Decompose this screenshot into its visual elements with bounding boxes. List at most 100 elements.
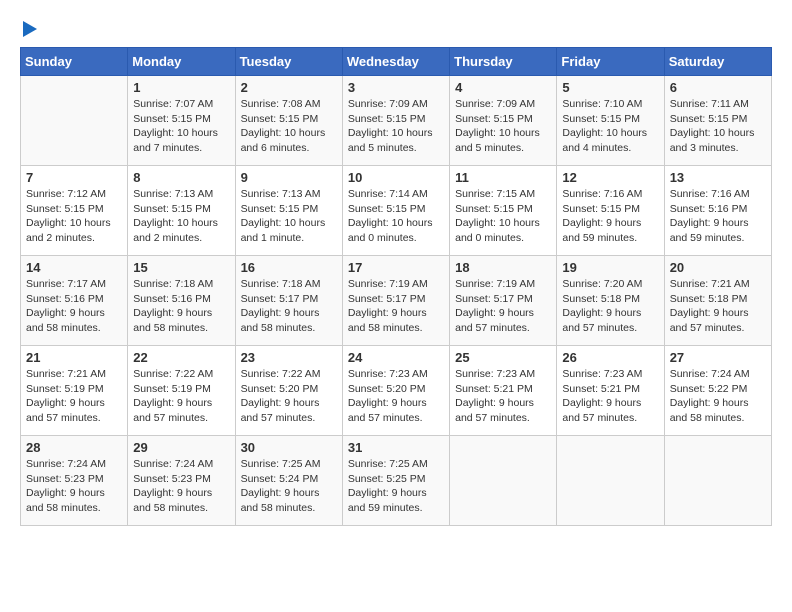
calendar-cell: 17 Sunrise: 7:19 AM Sunset: 5:17 PM Dayli… [342, 256, 449, 346]
calendar-cell: 22 Sunrise: 7:22 AM Sunset: 5:19 PM Dayli… [128, 346, 235, 436]
calendar-week-row: 21 Sunrise: 7:21 AM Sunset: 5:19 PM Dayli… [21, 346, 772, 436]
calendar-cell: 2 Sunrise: 7:08 AM Sunset: 5:15 PM Daylig… [235, 76, 342, 166]
day-number: 25 [455, 350, 551, 365]
day-number: 23 [241, 350, 337, 365]
day-number: 18 [455, 260, 551, 275]
day-number: 12 [562, 170, 658, 185]
day-number: 28 [26, 440, 122, 455]
calendar-cell: 23 Sunrise: 7:22 AM Sunset: 5:20 PM Dayli… [235, 346, 342, 436]
day-info: Sunrise: 7:14 AM Sunset: 5:15 PM Dayligh… [348, 187, 444, 246]
day-info: Sunrise: 7:17 AM Sunset: 5:16 PM Dayligh… [26, 277, 122, 336]
day-info: Sunrise: 7:09 AM Sunset: 5:15 PM Dayligh… [455, 97, 551, 156]
calendar-cell: 12 Sunrise: 7:16 AM Sunset: 5:15 PM Dayli… [557, 166, 664, 256]
day-number: 30 [241, 440, 337, 455]
day-info: Sunrise: 7:16 AM Sunset: 5:15 PM Dayligh… [562, 187, 658, 246]
calendar-cell: 25 Sunrise: 7:23 AM Sunset: 5:21 PM Dayli… [450, 346, 557, 436]
day-number: 17 [348, 260, 444, 275]
day-number: 3 [348, 80, 444, 95]
day-info: Sunrise: 7:20 AM Sunset: 5:18 PM Dayligh… [562, 277, 658, 336]
calendar-cell: 3Sunrise: 7:09 AM Sunset: 5:15 PM Daylig… [342, 76, 449, 166]
day-number: 24 [348, 350, 444, 365]
day-info: Sunrise: 7:13 AM Sunset: 5:15 PM Dayligh… [241, 187, 337, 246]
calendar-cell: 6 Sunrise: 7:11 AM Sunset: 5:15 PM Daylig… [664, 76, 771, 166]
day-info: Sunrise: 7:24 AM Sunset: 5:22 PM Dayligh… [670, 367, 766, 426]
day-number: 22 [133, 350, 229, 365]
col-header-friday: Friday [557, 48, 664, 76]
day-number: 6 [670, 80, 766, 95]
day-info: Sunrise: 7:22 AM Sunset: 5:19 PM Dayligh… [133, 367, 229, 426]
day-number: 20 [670, 260, 766, 275]
calendar-cell: 9 Sunrise: 7:13 AM Sunset: 5:15 PM Daylig… [235, 166, 342, 256]
col-header-saturday: Saturday [664, 48, 771, 76]
day-info: Sunrise: 7:23 AM Sunset: 5:21 PM Dayligh… [562, 367, 658, 426]
day-info: Sunrise: 7:23 AM Sunset: 5:20 PM Dayligh… [348, 367, 444, 426]
day-info: Sunrise: 7:18 AM Sunset: 5:16 PM Dayligh… [133, 277, 229, 336]
calendar-cell: 4Sunrise: 7:09 AM Sunset: 5:15 PM Daylig… [450, 76, 557, 166]
col-header-monday: Monday [128, 48, 235, 76]
calendar-cell: 24 Sunrise: 7:23 AM Sunset: 5:20 PM Dayli… [342, 346, 449, 436]
calendar-week-row: 7 Sunrise: 7:12 AM Sunset: 5:15 PM Daylig… [21, 166, 772, 256]
day-info: Sunrise: 7:19 AM Sunset: 5:17 PM Dayligh… [348, 277, 444, 336]
calendar-cell: 5Sunrise: 7:10 AM Sunset: 5:15 PM Daylig… [557, 76, 664, 166]
calendar-cell: 16 Sunrise: 7:18 AM Sunset: 5:17 PM Dayli… [235, 256, 342, 346]
day-number: 13 [670, 170, 766, 185]
day-info: Sunrise: 7:25 AM Sunset: 5:24 PM Dayligh… [241, 457, 337, 516]
day-number: 2 [241, 80, 337, 95]
calendar-week-row: 14Sunrise: 7:17 AM Sunset: 5:16 PM Dayli… [21, 256, 772, 346]
col-header-thursday: Thursday [450, 48, 557, 76]
day-number: 11 [455, 170, 551, 185]
calendar-cell: 10Sunrise: 7:14 AM Sunset: 5:15 PM Dayli… [342, 166, 449, 256]
day-number: 5 [562, 80, 658, 95]
page-header [20, 20, 772, 37]
day-info: Sunrise: 7:21 AM Sunset: 5:18 PM Dayligh… [670, 277, 766, 336]
day-info: Sunrise: 7:21 AM Sunset: 5:19 PM Dayligh… [26, 367, 122, 426]
calendar-cell: 29 Sunrise: 7:24 AM Sunset: 5:23 PM Dayli… [128, 436, 235, 526]
calendar-cell: 21 Sunrise: 7:21 AM Sunset: 5:19 PM Dayli… [21, 346, 128, 436]
day-info: Sunrise: 7:12 AM Sunset: 5:15 PM Dayligh… [26, 187, 122, 246]
day-number: 19 [562, 260, 658, 275]
day-number: 27 [670, 350, 766, 365]
day-number: 15 [133, 260, 229, 275]
calendar-cell: 15 Sunrise: 7:18 AM Sunset: 5:16 PM Dayli… [128, 256, 235, 346]
day-info: Sunrise: 7:23 AM Sunset: 5:21 PM Dayligh… [455, 367, 551, 426]
calendar-cell: 14Sunrise: 7:17 AM Sunset: 5:16 PM Dayli… [21, 256, 128, 346]
calendar-cell: 27 Sunrise: 7:24 AM Sunset: 5:22 PM Dayli… [664, 346, 771, 436]
calendar-week-row: 28 Sunrise: 7:24 AM Sunset: 5:23 PM Dayli… [21, 436, 772, 526]
calendar-cell: 18 Sunrise: 7:19 AM Sunset: 5:17 PM Dayli… [450, 256, 557, 346]
day-info: Sunrise: 7:18 AM Sunset: 5:17 PM Dayligh… [241, 277, 337, 336]
day-number: 16 [241, 260, 337, 275]
calendar-cell: 8 Sunrise: 7:13 AM Sunset: 5:15 PM Daylig… [128, 166, 235, 256]
day-number: 21 [26, 350, 122, 365]
day-info: Sunrise: 7:24 AM Sunset: 5:23 PM Dayligh… [133, 457, 229, 516]
calendar-cell: 1Sunrise: 7:07 AM Sunset: 5:15 PM Daylig… [128, 76, 235, 166]
calendar-cell: 11 Sunrise: 7:15 AM Sunset: 5:15 PM Dayli… [450, 166, 557, 256]
day-info: Sunrise: 7:16 AM Sunset: 5:16 PM Dayligh… [670, 187, 766, 246]
day-info: Sunrise: 7:08 AM Sunset: 5:15 PM Dayligh… [241, 97, 337, 156]
calendar-table: SundayMondayTuesdayWednesdayThursdayFrid… [20, 47, 772, 526]
day-info: Sunrise: 7:13 AM Sunset: 5:15 PM Dayligh… [133, 187, 229, 246]
day-number: 29 [133, 440, 229, 455]
calendar-cell: 7 Sunrise: 7:12 AM Sunset: 5:15 PM Daylig… [21, 166, 128, 256]
logo-arrow-icon [23, 21, 37, 37]
day-info: Sunrise: 7:15 AM Sunset: 5:15 PM Dayligh… [455, 187, 551, 246]
day-number: 31 [348, 440, 444, 455]
calendar-cell [664, 436, 771, 526]
calendar-cell: 31 Sunrise: 7:25 AM Sunset: 5:25 PM Dayli… [342, 436, 449, 526]
day-info: Sunrise: 7:25 AM Sunset: 5:25 PM Dayligh… [348, 457, 444, 516]
day-info: Sunrise: 7:22 AM Sunset: 5:20 PM Dayligh… [241, 367, 337, 426]
day-info: Sunrise: 7:11 AM Sunset: 5:15 PM Dayligh… [670, 97, 766, 156]
day-info: Sunrise: 7:07 AM Sunset: 5:15 PM Dayligh… [133, 97, 229, 156]
calendar-cell: 13 Sunrise: 7:16 AM Sunset: 5:16 PM Dayli… [664, 166, 771, 256]
day-number: 7 [26, 170, 122, 185]
calendar-cell: 20 Sunrise: 7:21 AM Sunset: 5:18 PM Dayli… [664, 256, 771, 346]
calendar-cell: 19 Sunrise: 7:20 AM Sunset: 5:18 PM Dayli… [557, 256, 664, 346]
calendar-cell: 26Sunrise: 7:23 AM Sunset: 5:21 PM Dayli… [557, 346, 664, 436]
calendar-cell: 30 Sunrise: 7:25 AM Sunset: 5:24 PM Dayli… [235, 436, 342, 526]
logo [20, 20, 37, 37]
day-info: Sunrise: 7:19 AM Sunset: 5:17 PM Dayligh… [455, 277, 551, 336]
col-header-tuesday: Tuesday [235, 48, 342, 76]
day-number: 8 [133, 170, 229, 185]
day-number: 9 [241, 170, 337, 185]
calendar-week-row: 1Sunrise: 7:07 AM Sunset: 5:15 PM Daylig… [21, 76, 772, 166]
calendar-cell: 28Sunrise: 7:24 AM Sunset: 5:23 PM Dayli… [21, 436, 128, 526]
